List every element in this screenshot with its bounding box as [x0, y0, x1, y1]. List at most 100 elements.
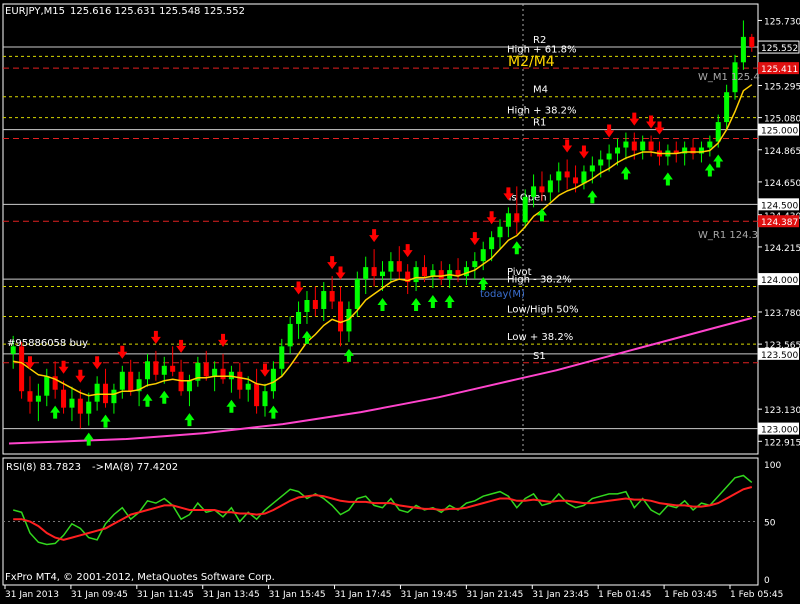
chart-canvas[interactable]: R2High + 61.8%M4High + 38.2%R1Ts OpenPiv…: [0, 0, 800, 600]
time-tick-label: 1 Feb 05:45: [730, 590, 783, 600]
rsi-tick-label: 0: [764, 576, 770, 586]
bear-candle: [170, 365, 176, 372]
price-tick-label: 124.215: [764, 244, 800, 254]
bull-candle: [228, 371, 234, 380]
bear-candle: [312, 300, 318, 309]
bull-candle: [35, 395, 41, 402]
bull-candle: [69, 398, 75, 408]
bull-candle: [270, 368, 276, 392]
bull-candle: [489, 237, 495, 250]
bear-candle: [178, 371, 184, 392]
time-tick-label: 31 Jan 15:45: [269, 590, 326, 600]
bull-candle: [497, 226, 503, 238]
bull-candle: [186, 380, 192, 392]
copyright-label: FxPro MT4, © 2001-2012, MetaQuotes Softw…: [5, 572, 275, 583]
bear-candle: [338, 301, 344, 332]
level-label: R1: [533, 118, 546, 129]
rsi-tick-label: 100: [764, 461, 781, 471]
bear-candle: [27, 391, 33, 402]
bull-candle: [472, 261, 478, 268]
time-tick-label: 1 Feb 01:45: [598, 590, 651, 600]
bull-candle: [212, 368, 218, 377]
bear-candle: [438, 270, 444, 280]
bull-candle: [724, 92, 730, 123]
bull-candle: [522, 196, 528, 223]
bear-candle: [749, 36, 755, 48]
bear-candle: [396, 261, 402, 272]
price-box-label: 124.387: [761, 218, 798, 228]
bull-candle: [623, 141, 629, 148]
time-tick-label: 1 Feb 03:45: [664, 590, 717, 600]
bull-candle: [388, 261, 394, 272]
today-label: today(M): [480, 289, 525, 300]
bull-candle: [119, 371, 125, 390]
bear-candle: [19, 346, 25, 392]
bear-candle: [77, 398, 83, 414]
bear-candle: [128, 371, 134, 392]
weekly-r1-label: W_R1 124.3: [698, 230, 758, 241]
price-tick-label: 123.780: [764, 309, 800, 319]
bull-candle: [262, 391, 268, 407]
price-box-label: 125.000: [761, 127, 798, 137]
bull-candle: [505, 213, 511, 227]
bear-candle: [254, 383, 260, 407]
price-tick-label: 125.295: [764, 82, 800, 92]
bear-candle: [564, 171, 570, 178]
symbol-timeframe-label: EURJPY,M15: [5, 6, 65, 17]
bear-candle: [573, 177, 579, 184]
bull-candle: [363, 267, 369, 280]
bear-candle: [153, 361, 159, 375]
level-label: High + 38.2%: [507, 106, 577, 117]
bull-candle: [614, 147, 621, 154]
bull-candle: [589, 165, 595, 172]
bull-candle: [715, 122, 721, 142]
level-label: S1: [533, 351, 546, 362]
bull-candle: [304, 300, 310, 312]
price-box-label: 123.500: [761, 351, 798, 361]
bull-candle: [606, 153, 612, 160]
bull-candle: [413, 267, 419, 283]
price-tick-label: 123.130: [764, 406, 800, 416]
bull-candle: [94, 383, 100, 402]
rsi-tick-label: 50: [764, 519, 776, 529]
bear-candle: [329, 291, 335, 302]
bull-candle: [111, 389, 117, 404]
price-tick-label: 125.730: [764, 17, 800, 27]
bear-candle: [237, 371, 243, 390]
price-box-label: 123.000: [761, 426, 798, 436]
m2-m4-label: M2/M4: [508, 54, 555, 70]
price-tick-label: 125.080: [764, 115, 800, 125]
bull-candle: [463, 267, 469, 277]
time-tick-label: 31 Jan 09:45: [71, 590, 128, 600]
time-tick-label: 31 Jan 11:45: [137, 590, 194, 600]
bull-candle: [640, 141, 646, 151]
price-tick-label: 122.915: [764, 438, 800, 448]
bull-candle: [321, 291, 327, 309]
mt4-chart-window[interactable]: R2High + 61.8%M4High + 38.2%R1Ts OpenPiv…: [0, 0, 800, 600]
time-tick-label: 31 Jan 21:45: [466, 590, 523, 600]
price-box-label: 125.552: [761, 44, 798, 54]
time-tick-label: 31 Jan 19:45: [400, 590, 457, 600]
bull-candle: [354, 279, 360, 309]
bull-candle: [531, 186, 537, 197]
bear-candle: [61, 389, 67, 408]
bull-candle: [287, 323, 293, 347]
bull-candle: [86, 401, 92, 414]
price-box-label: 124.000: [761, 276, 798, 286]
rsi-label: RSI(8) 83.7823: [6, 462, 81, 473]
bull-candle: [598, 159, 604, 166]
ohlc-readout: 125.616 125.631 125.548 125.552: [70, 6, 245, 17]
bear-candle: [631, 141, 637, 151]
price-box-label: 124.500: [761, 201, 798, 211]
bull-candle: [707, 141, 713, 148]
bear-candle: [514, 213, 520, 223]
bull-candle: [740, 36, 746, 63]
time-tick-label: 31 Jan 2013: [5, 590, 59, 600]
bear-candle: [220, 368, 226, 380]
bear-candle: [539, 186, 545, 193]
price-tick-label: 124.650: [764, 179, 800, 189]
bull-candle: [480, 249, 486, 262]
bull-candle: [245, 383, 251, 390]
bull-candle: [44, 376, 50, 396]
price-tick-label: 124.865: [764, 147, 800, 157]
